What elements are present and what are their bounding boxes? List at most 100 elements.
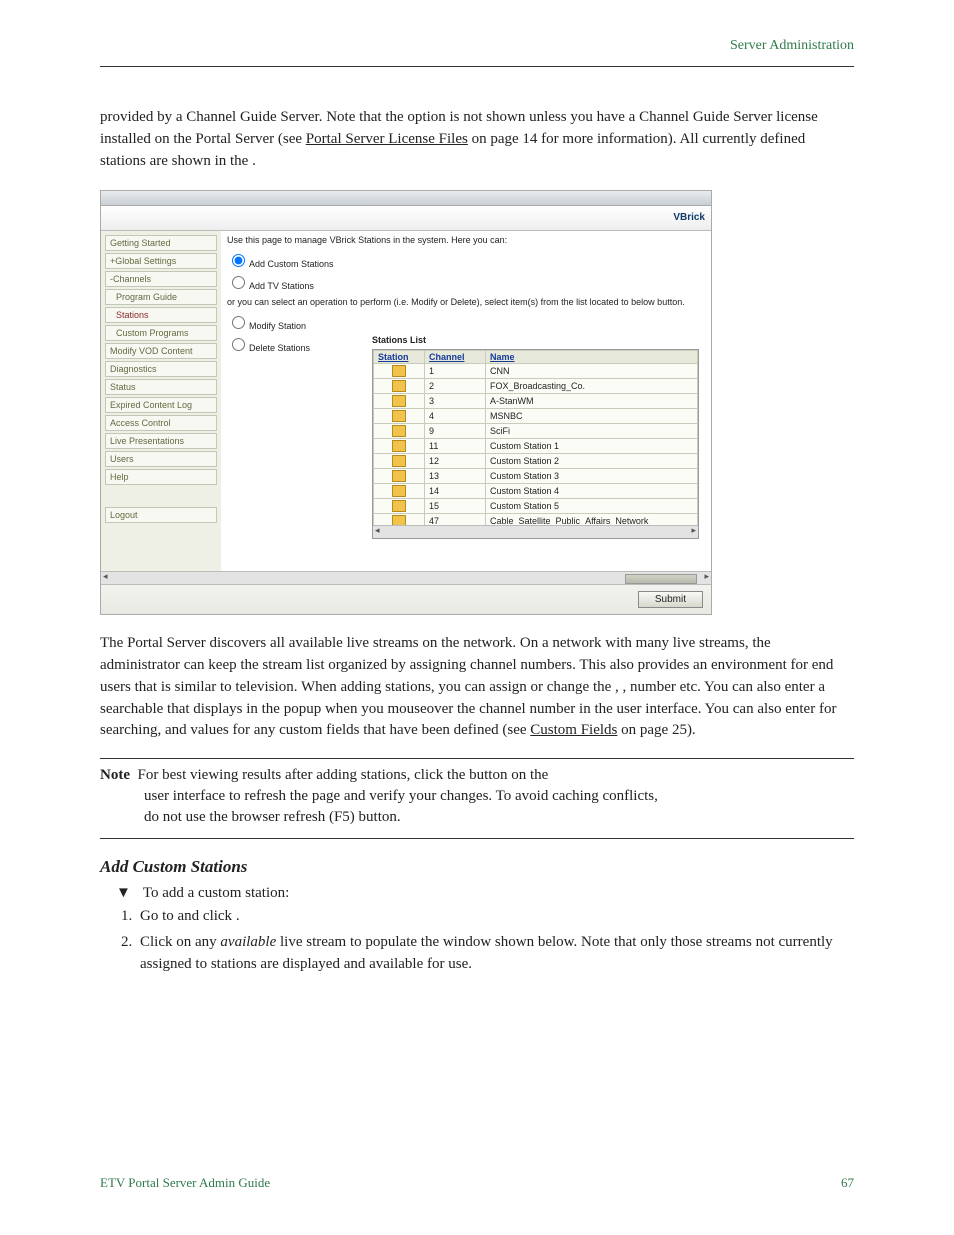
submit-button[interactable]: Submit	[638, 591, 703, 608]
name-cell: Custom Station 5	[486, 499, 698, 514]
note-block: Note For best viewing results after addi…	[100, 758, 854, 839]
explanation-paragraph: The Portal Server discovers all availabl…	[100, 633, 854, 742]
inner-horizontal-scrollbar[interactable]	[373, 525, 698, 538]
p1-a: provided by a Channel Guide Server. Note…	[100, 109, 407, 125]
task-intro-text: To add a custom station:	[143, 885, 289, 901]
station-icon	[392, 380, 406, 392]
sidebar: Getting Started +Global Settings -Channels…	[101, 231, 221, 571]
radio-add-custom-stations[interactable]	[232, 254, 245, 267]
page-footer: ETV Portal Server Admin Guide 67	[100, 1175, 854, 1191]
station-icon	[392, 470, 406, 482]
name-cell: Custom Station 3	[486, 469, 698, 484]
sidebar-item-custom-programs[interactable]: Custom Programs	[105, 325, 217, 341]
s1b: and click	[178, 908, 236, 924]
table-row[interactable]: 1CNN	[374, 364, 698, 379]
station-icon-cell	[374, 484, 425, 499]
p1-f: .	[252, 153, 256, 169]
logout-button[interactable]: Logout	[105, 507, 217, 523]
col-name[interactable]: Name	[486, 351, 698, 364]
sidebar-item--global-settings[interactable]: +Global Settings	[105, 253, 217, 269]
note-line1a: For best viewing results after adding st…	[138, 767, 470, 783]
mid-instructions: or you can select an operation to perfor…	[227, 297, 705, 307]
sidebar-item-getting-started[interactable]: Getting Started	[105, 235, 217, 251]
s1a: Go to	[140, 908, 178, 924]
table-row[interactable]: 3A-StanWM	[374, 394, 698, 409]
col-station[interactable]: Station	[374, 351, 425, 364]
radio-label: Add TV Stations	[249, 281, 314, 291]
radio-row: Add TV Stations	[227, 273, 705, 291]
radio-add-tv-stations[interactable]	[232, 276, 245, 289]
station-icon-cell	[374, 394, 425, 409]
radio-row: Add Custom Stations	[227, 251, 705, 269]
station-icon	[392, 440, 406, 452]
channel-cell: 9	[425, 424, 486, 439]
station-icon	[392, 410, 406, 422]
station-icon-cell	[374, 439, 425, 454]
channel-cell: 15	[425, 499, 486, 514]
window-titlebar	[101, 191, 711, 206]
p2-4: popup when you mouseover the channel num…	[284, 701, 819, 717]
sidebar-item-users[interactable]: Users	[105, 451, 217, 467]
stations-screenshot: VBrick Getting Started +Global Settings -C…	[100, 190, 854, 615]
sidebar-item-program-guide[interactable]: Program Guide	[105, 289, 217, 305]
sidebar-item-expired-content-log[interactable]: Expired Content Log	[105, 397, 217, 413]
table-row[interactable]: 15Custom Station 5	[374, 499, 698, 514]
portal-server-license-link[interactable]: Portal Server License Files	[306, 131, 468, 147]
station-icon	[392, 485, 406, 497]
note-line3: do not use the browser refresh (F5) butt…	[144, 807, 854, 828]
custom-fields-link[interactable]: Custom Fields	[530, 722, 617, 738]
footer-page: 67	[841, 1175, 854, 1191]
stations-table: StationChannelName 1CNN2FOX_Broadcasting…	[373, 350, 698, 539]
channel-cell: 3	[425, 394, 486, 409]
station-icon	[392, 365, 406, 377]
brand-banner: VBrick	[101, 206, 711, 231]
table-row[interactable]: 11Custom Station 1	[374, 439, 698, 454]
table-row[interactable]: 14Custom Station 4	[374, 484, 698, 499]
outer-horizontal-scrollbar[interactable]	[101, 571, 711, 584]
sidebar-item-help[interactable]: Help	[105, 469, 217, 485]
stations-list-label: Stations List	[372, 335, 426, 345]
station-icon-cell	[374, 424, 425, 439]
p2-3: that displays in the	[167, 701, 284, 717]
scrollbar-thumb[interactable]	[625, 574, 697, 584]
sidebar-item-live-presentations[interactable]: Live Presentations	[105, 433, 217, 449]
sidebar-item-status[interactable]: Status	[105, 379, 217, 395]
station-icon	[392, 395, 406, 407]
sidebar-gap	[105, 487, 217, 507]
radio-label: Delete Stations	[249, 343, 310, 353]
name-cell: MSNBC	[486, 409, 698, 424]
note-line2: user interface to refresh the page and v…	[144, 786, 854, 807]
name-cell: SciFi	[486, 424, 698, 439]
col-channel[interactable]: Channel	[425, 351, 486, 364]
channel-cell: 13	[425, 469, 486, 484]
link-portal-1: Portal	[306, 131, 342, 147]
table-row[interactable]: 9SciFi	[374, 424, 698, 439]
step-2: Click on any available live stream to po…	[136, 932, 854, 976]
table-row[interactable]: 12Custom Station 2	[374, 454, 698, 469]
radio-label: Modify Station	[249, 321, 306, 331]
link-portal-2: Server License Files	[345, 131, 467, 147]
radio-modify-station[interactable]	[232, 316, 245, 329]
sidebar-item-stations[interactable]: Stations	[105, 307, 217, 323]
table-row[interactable]: 2FOX_Broadcasting_Co.	[374, 379, 698, 394]
channel-cell: 1	[425, 364, 486, 379]
station-icon-cell	[374, 499, 425, 514]
task-intro: ▼To add a custom station:	[116, 885, 854, 902]
station-icon	[392, 425, 406, 437]
station-icon	[392, 455, 406, 467]
station-icon-cell	[374, 469, 425, 484]
footer-title: ETV Portal Server Admin Guide	[100, 1175, 270, 1191]
sidebar-item-access-control[interactable]: Access Control	[105, 415, 217, 431]
name-cell: FOX_Broadcasting_Co.	[486, 379, 698, 394]
table-row[interactable]: 13Custom Station 3	[374, 469, 698, 484]
radio-delete-stations[interactable]	[232, 338, 245, 351]
station-icon-cell	[374, 409, 425, 424]
note-label: Note	[100, 767, 130, 783]
sidebar-item-diagnostics[interactable]: Diagnostics	[105, 361, 217, 377]
add-custom-stations-heading: Add Custom Stations	[100, 857, 854, 877]
sidebar-item-modify-vod-content[interactable]: Modify VOD Content	[105, 343, 217, 359]
radio-row: Modify Station	[227, 313, 705, 331]
table-row[interactable]: 4MSNBC	[374, 409, 698, 424]
header-rule	[100, 66, 854, 67]
sidebar-item--channels[interactable]: -Channels	[105, 271, 217, 287]
